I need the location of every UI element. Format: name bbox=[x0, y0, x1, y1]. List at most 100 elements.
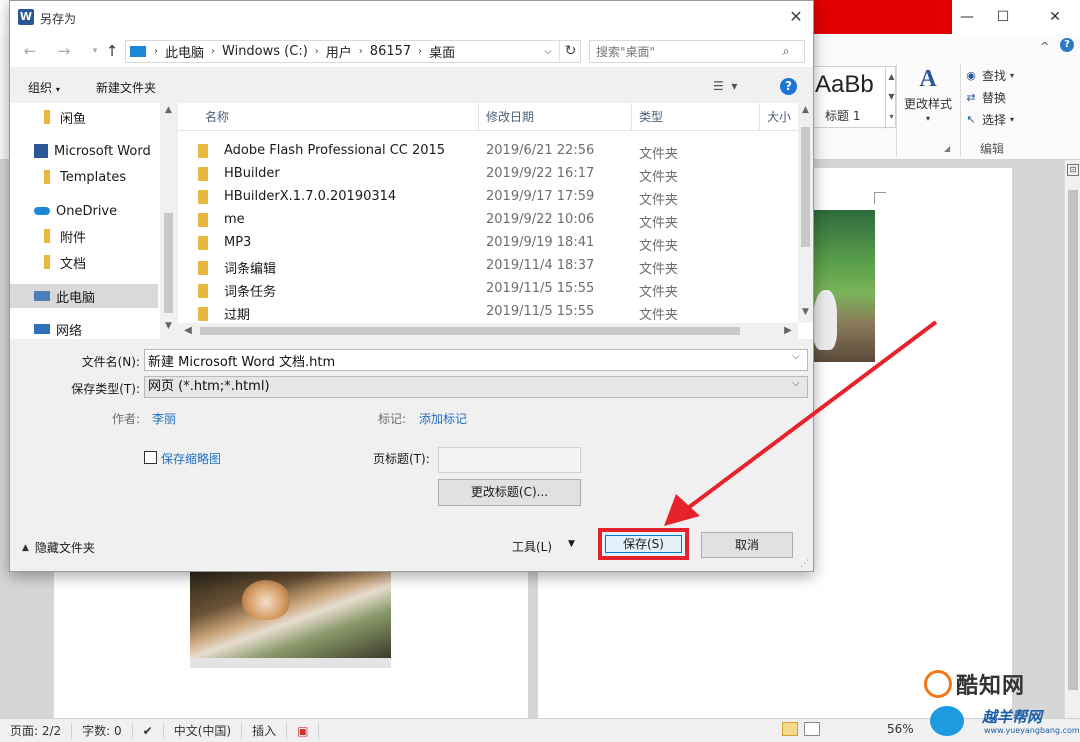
proofing-icon[interactable]: ✔ bbox=[133, 722, 164, 739]
search-input[interactable] bbox=[590, 41, 776, 62]
nav-pane-scrollbar[interactable]: ▲ ▼ bbox=[160, 103, 177, 339]
chevron-down-icon[interactable]: ⌵ bbox=[792, 378, 800, 389]
filename-label: 文件名(N): bbox=[81, 355, 140, 369]
nav-item-templates[interactable]: Templates bbox=[10, 165, 158, 189]
find-button[interactable]: ◉ 查找 ▾ bbox=[964, 64, 1044, 86]
ribbon-collapse-icon[interactable]: ^ bbox=[1040, 40, 1049, 53]
scroll-up-icon[interactable]: ▲ bbox=[798, 105, 813, 115]
ruler-toggle-icon[interactable]: ⊡ bbox=[1067, 164, 1079, 176]
save-button[interactable]: 保存(S) bbox=[598, 528, 689, 560]
maximize-button[interactable]: ☐ bbox=[980, 0, 1026, 34]
kitten-photo[interactable] bbox=[190, 570, 391, 668]
breadcrumb-item[interactable]: 桌面 bbox=[424, 42, 460, 61]
chevron-down-icon[interactable]: ▼ bbox=[568, 539, 575, 549]
author-value[interactable]: 李丽 bbox=[152, 410, 176, 427]
scroll-down-icon[interactable]: ▼ bbox=[798, 307, 813, 317]
nav-item-attachments[interactable]: 附件 bbox=[10, 224, 158, 248]
file-list-hscroll[interactable]: ◀ ▶ bbox=[178, 323, 798, 339]
organize-button[interactable]: 组织 ▾ bbox=[28, 79, 60, 96]
file-name: 过期 bbox=[224, 308, 251, 323]
file-row[interactable]: Adobe Flash Professional CC 2015 2019/6/2… bbox=[198, 139, 798, 162]
breadcrumb-item[interactable]: 用户 bbox=[321, 42, 357, 61]
document-scrollbar[interactable]: ⊡ bbox=[1064, 160, 1080, 718]
print-layout-button[interactable] bbox=[782, 722, 798, 736]
scrollbar-thumb[interactable] bbox=[200, 327, 740, 335]
editing-group: ◉ 查找 ▾ ⇄ 替换 ↖ 选择 ▾ bbox=[964, 64, 1044, 130]
up-arrow-icon[interactable]: ↑ bbox=[102, 41, 122, 61]
file-row[interactable]: HBuilderX.1.7.0.20190314 2019/9/17 17:59 文… bbox=[198, 185, 798, 208]
forward-arrow-icon[interactable]: → bbox=[54, 41, 74, 61]
file-type: 文件夹 bbox=[639, 262, 679, 277]
nav-item-documents[interactable]: 文档 bbox=[10, 250, 158, 274]
breadcrumb-item[interactable]: Windows (C:) bbox=[217, 44, 313, 59]
page-count[interactable]: 页面: 2/2 bbox=[0, 722, 73, 739]
swan-photo[interactable] bbox=[813, 210, 875, 362]
language-status[interactable]: 中文(中国) bbox=[164, 722, 243, 739]
change-styles-button[interactable]: A 更改样式 ▾ bbox=[900, 66, 956, 136]
save-thumbnail-checkbox[interactable] bbox=[144, 451, 157, 464]
scroll-right-icon[interactable]: ▶ bbox=[780, 323, 796, 339]
scrollbar-thumb[interactable] bbox=[164, 213, 173, 313]
chevron-down-icon[interactable]: ⌵ bbox=[792, 351, 800, 362]
scrollbar-thumb[interactable] bbox=[801, 127, 810, 247]
change-title-button[interactable]: 更改标题(C)... bbox=[438, 479, 581, 506]
nav-item-network[interactable]: 网络 bbox=[10, 317, 158, 339]
folder-icon bbox=[198, 166, 208, 181]
scroll-down-icon[interactable]: ▼ bbox=[160, 321, 177, 331]
tools-button[interactable]: 工具(L) bbox=[512, 538, 552, 555]
insert-mode-status[interactable]: 插入 bbox=[242, 722, 288, 739]
swan-shape bbox=[813, 290, 837, 350]
dialog-titlebar[interactable]: W 另存为 ✕ bbox=[10, 1, 813, 35]
close-window-button[interactable]: ✕ bbox=[1032, 0, 1078, 34]
close-icon[interactable]: ✕ bbox=[786, 7, 806, 27]
file-row[interactable]: 词条任务 2019/11/5 15:55 文件夹 bbox=[198, 277, 798, 300]
search-box[interactable]: ⌕ bbox=[589, 40, 805, 63]
file-list-vscroll[interactable]: ▲ ▼ bbox=[798, 103, 813, 323]
breadcrumb-item[interactable]: 此电脑 bbox=[160, 42, 209, 61]
file-row[interactable]: HBuilder 2019/9/22 16:17 文件夹 bbox=[198, 162, 798, 185]
select-button[interactable]: ↖ 选择 ▾ bbox=[964, 108, 1044, 130]
address-bar[interactable]: › 此电脑 › Windows (C:) › 用户 › 86157 › 桌面 ⌵… bbox=[125, 40, 581, 63]
nav-item-this-pc[interactable]: 此电脑 bbox=[10, 284, 158, 308]
help-icon[interactable]: ? bbox=[1060, 38, 1074, 52]
column-size[interactable]: 大小 bbox=[760, 103, 798, 131]
save-thumbnail-label[interactable]: 保存缩略图 bbox=[161, 450, 221, 467]
macro-icon[interactable]: ▣ bbox=[287, 722, 320, 739]
breadcrumb-item[interactable]: 86157 bbox=[365, 44, 416, 59]
tags-value[interactable]: 添加标记 bbox=[419, 410, 467, 427]
word-count[interactable]: 字数: 0 bbox=[72, 722, 133, 739]
dialog-title: 另存为 bbox=[40, 12, 77, 26]
search-icon[interactable]: ⌕ bbox=[776, 44, 796, 59]
page-margin-mark bbox=[874, 192, 886, 204]
nav-item-microsoft-word[interactable]: Microsoft Word bbox=[10, 139, 158, 163]
file-row[interactable]: MP3 2019/9/19 18:41 文件夹 bbox=[198, 231, 798, 254]
column-date[interactable]: 修改日期 bbox=[479, 103, 632, 131]
file-row[interactable]: 词条编辑 2019/11/4 18:37 文件夹 bbox=[198, 254, 798, 277]
file-row[interactable]: me 2019/9/22 10:06 文件夹 bbox=[198, 208, 798, 231]
new-folder-button[interactable]: 新建文件夹 bbox=[96, 79, 156, 96]
filetype-select[interactable]: 网页 (*.htm;*.html) bbox=[144, 376, 808, 398]
style-gallery[interactable]: AaBb 标题 1 ▲ ▼ ▾ bbox=[812, 66, 896, 129]
help-icon[interactable]: ? bbox=[780, 78, 797, 95]
nav-item-onedrive[interactable]: OneDrive bbox=[10, 199, 158, 223]
refresh-icon[interactable]: ↻ bbox=[559, 41, 581, 62]
scrollbar-thumb[interactable] bbox=[1068, 190, 1078, 690]
file-row[interactable]: 过期 2019/11/5 15:55 文件夹 bbox=[198, 300, 798, 323]
nav-item-xianyu[interactable]: 闲鱼 bbox=[10, 105, 158, 129]
back-arrow-icon[interactable]: ← bbox=[20, 41, 40, 61]
folder-icon bbox=[44, 229, 50, 243]
cancel-button[interactable]: 取消 bbox=[701, 532, 793, 558]
zoom-level[interactable]: 56% bbox=[887, 722, 914, 736]
chevron-down-icon[interactable]: ⌵ bbox=[540, 43, 556, 61]
view-options-icon[interactable]: ☰ ▾ bbox=[713, 79, 737, 93]
dialog-launcher-icon[interactable]: ◢ bbox=[944, 144, 950, 153]
resize-grip-icon[interactable]: ⋰ bbox=[800, 559, 809, 569]
replace-button[interactable]: ⇄ 替换 bbox=[964, 86, 1044, 108]
scroll-up-icon[interactable]: ▲ bbox=[160, 105, 177, 115]
column-type[interactable]: 类型 bbox=[632, 103, 760, 131]
hide-folders-button[interactable]: ▲ 隐藏文件夹 bbox=[22, 539, 95, 556]
scroll-left-icon[interactable]: ◀ bbox=[180, 323, 196, 339]
view-buttons bbox=[782, 722, 820, 736]
full-screen-reading-button[interactable] bbox=[804, 722, 820, 736]
filename-field[interactable] bbox=[144, 349, 808, 371]
